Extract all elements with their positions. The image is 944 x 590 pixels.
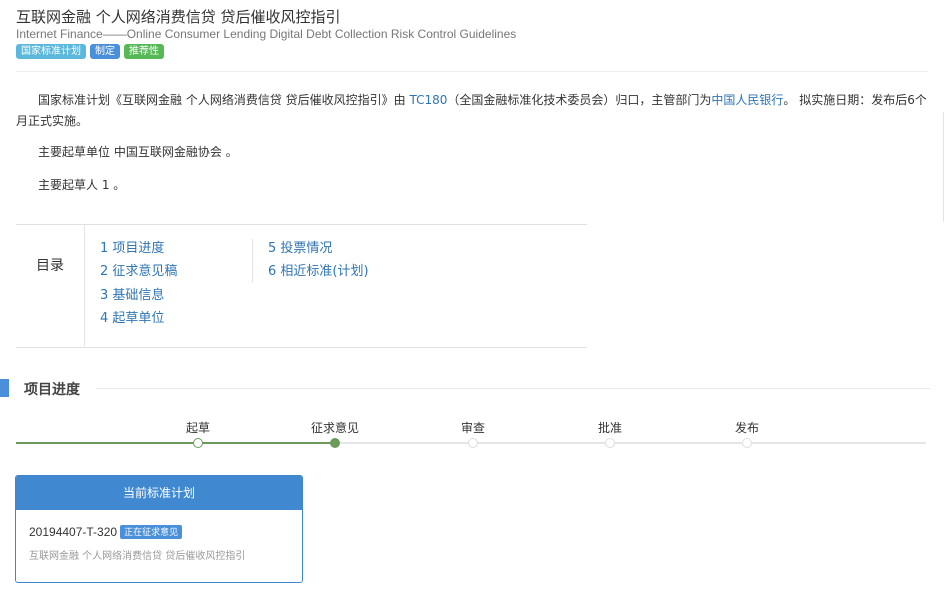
toc-column-left: 1 项目进度 2 征求意见稿 3 基础信息 4 起草单位 [100,239,177,332]
current-plan-card[interactable]: 当前标准计划 20194407-T-320 正在征求意见 互联网金融 个人网络消… [15,475,303,583]
toc-item-drafting-units[interactable]: 4 起草单位 [100,309,177,332]
section-title-progress: 项目进度 [24,382,80,398]
toc-item-basic-info[interactable]: 3 基础信息 [100,286,177,309]
intro-prefix: 国家标准计划《互联网金融 个人网络消费信贷 贷后催收风控指引》由 [38,93,410,107]
drafter: 主要起草人 1 。 [38,178,126,192]
toc-item-similar-standards[interactable]: 6 相近标准(计划) [268,262,369,285]
stage-label-approval: 批准 [597,421,622,435]
header-divider [16,71,928,72]
status-badge: 正在征求意见 [120,525,183,539]
tag-type: 制定 [90,44,120,59]
stage-dot-release [742,438,752,448]
toc-item-progress[interactable]: 1 项目进度 [100,239,177,262]
stage-dot-drafting [193,438,203,448]
plan-code: 20194407-T-320 [29,525,118,539]
page-title: 互联网金融 个人网络消费信贷 贷后催收风控指引 [16,8,341,26]
toc-column-right: 5 投票情况 6 相近标准(计划) [252,239,369,283]
intro-mid: （全国金融标准化技术委员会）归口，主管部门为 [447,93,712,107]
current-plan-header: 当前标准计划 [16,476,302,510]
stage-dot-comments [330,438,340,448]
stage-label-release: 发布 [734,421,759,435]
toc-label: 目录 [16,225,85,347]
plan-code-row: 20194407-T-320 正在征求意见 [29,525,183,539]
committee-link[interactable]: TC180 [409,93,447,107]
timeline-progress [16,442,335,444]
plan-name: 互联网金融 个人网络消费信贷 贷后催收风控指引 [29,551,246,562]
stage-dot-approval [605,438,615,448]
toc-item-draft[interactable]: 2 征求意见稿 [100,262,177,285]
stage-label-drafting: 起草 [185,421,210,435]
intro-paragraph: 国家标准计划《互联网金融 个人网络消费信贷 贷后催收风控指引》由 TC180（全… [16,90,928,132]
stage-label-comments: 征求意见 [310,421,359,435]
table-of-contents: 目录 1 项目进度 2 征求意见稿 3 基础信息 4 起草单位 5 投票情况 6… [16,224,587,348]
drafting-unit: 主要起草单位 中国互联网金融协会 。 [38,145,238,159]
page-subtitle-english: Internet Finance——Online Consumer Lendin… [16,27,517,41]
tag-group: 国家标准计划 制定 推荐性 [16,44,164,59]
tag-recommended: 推荐性 [124,44,164,59]
authority-link[interactable]: 中国人民银行 [711,93,783,107]
section-marker [0,379,9,397]
toc-item-votes[interactable]: 5 投票情况 [268,239,369,262]
tag-national-plan: 国家标准计划 [16,44,86,59]
stage-label-review: 审查 [460,421,485,435]
section-divider [96,388,930,389]
stage-dot-review [468,438,478,448]
